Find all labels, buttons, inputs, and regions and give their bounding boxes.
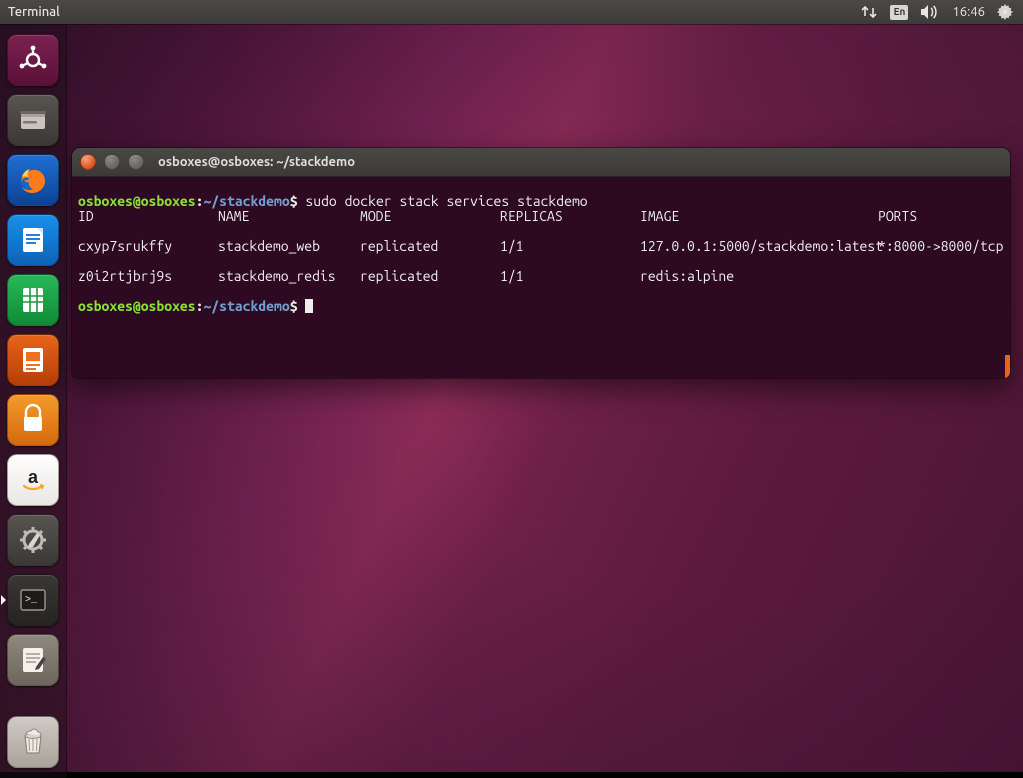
window-close-button[interactable] [80,154,96,170]
launcher-settings[interactable] [7,514,59,566]
terminal-window[interactable]: osboxes@osboxes: ~/stackdemo osboxes@osb… [72,148,1010,378]
top-panel: Terminal En 16:46 [0,0,1023,24]
terminal-body[interactable]: osboxes@osboxes:~/stackdemo$ sudo docker… [72,177,1010,378]
launcher-firefox[interactable] [7,154,59,206]
window-title: osboxes@osboxes: ~/stackdemo [158,155,355,169]
launcher-trash[interactable] [7,716,59,768]
active-app-title[interactable]: Terminal [0,0,60,24]
terminal-titlebar[interactable]: osboxes@osboxes: ~/stackdemo [72,148,1010,177]
window-maximize-button[interactable] [128,154,144,170]
clock[interactable]: 16:46 [952,0,985,24]
unity-launcher: a >_ [0,24,67,778]
terminal-cursor [305,299,313,313]
table-row: cxyp7srukffystackdemo_webreplicated1/112… [78,239,1004,254]
launcher-terminal[interactable]: >_ [7,574,59,626]
system-tray: En 16:46 [860,0,1023,24]
launcher-software[interactable] [7,394,59,446]
launcher-files[interactable] [7,94,59,146]
session-gear-icon[interactable] [997,4,1013,20]
window-minimize-button[interactable] [104,154,120,170]
command-text: sudo docker stack services stackdemo [305,193,587,209]
volume-icon[interactable] [920,4,940,20]
prompt-user: osboxes@osboxes [78,193,196,209]
table-header: IDNAMEMODEREPLICASIMAGEPORTS [78,209,1004,224]
launcher-texteditor[interactable] [7,634,59,686]
network-icon[interactable] [860,4,878,20]
keyboard-layout-indicator[interactable]: En [890,5,908,20]
launcher-amazon[interactable]: a [7,454,59,506]
prompt-path: ~/stackdemo [203,193,289,209]
svg-text:a: a [28,467,39,487]
launcher-writer[interactable] [7,214,59,266]
launcher-impress[interactable] [7,334,59,386]
launcher-calc[interactable] [7,274,59,326]
window-resize-accent [1005,355,1010,378]
launcher-dash[interactable] [7,34,59,86]
svg-text:>_: >_ [25,595,38,606]
desktop-wallpaper [0,0,1023,772]
table-row: z0i2rtjbrj9sstackdemo_redisreplicated1/1… [78,269,1004,284]
